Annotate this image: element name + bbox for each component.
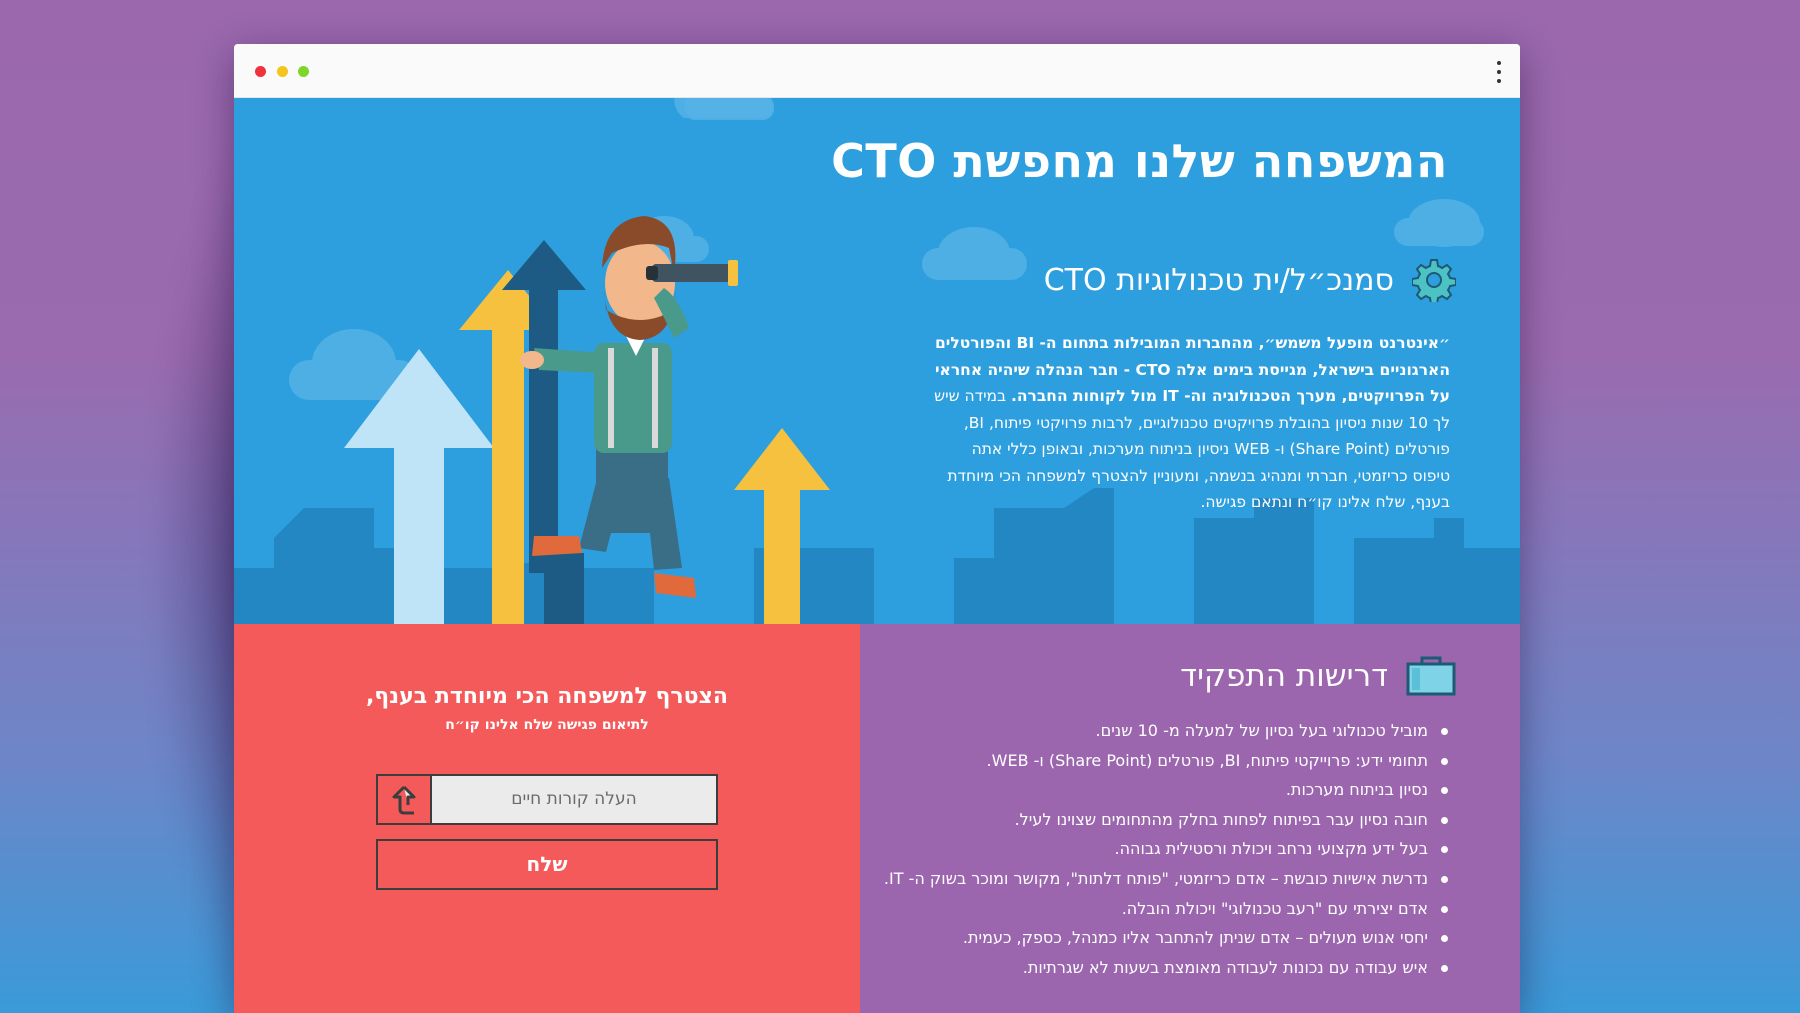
maximize-window-button[interactable] [298,66,309,77]
close-window-button[interactable] [255,66,266,77]
page-title: המשפחה שלנו מחפשת CTO [831,134,1448,188]
briefcase-icon [1406,656,1456,696]
job-description-highlight: ״אינטרנט מופעל משמש״, מהחברות המובילות ב… [934,334,1450,405]
requirements-heading: דרישות התפקיד [1180,656,1456,696]
application-form: הצטרף למשפחה הכי מיוחדת בענף, לתיאום פגי… [234,624,860,1013]
role-title: סמנכ״ל/ית טכנולוגיות CTO [1043,262,1394,298]
form-title: הצטרף למשפחה הכי מיוחדת בענף, [365,684,729,709]
job-description: ״אינטרנט מופעל משמש״, מהחברות המובילות ב… [930,330,1450,516]
minimize-window-button[interactable] [277,66,288,77]
browser-window: המשפחה שלנו מחפשת CTO סמנכ״ל/ית טכנולוגי… [234,44,1520,1013]
list-item: אדם יצירתי עם "רעב טכנולוגי" ויכולת הובל… [890,894,1450,924]
requirements-section: דרישות התפקיד מוביל טכנולוגי בעל נסיון ש… [860,624,1520,1013]
list-item: בעל ידע מקצועי נרחב ויכולת ורסטילית גבוה… [890,834,1450,864]
cv-upload-placeholder[interactable]: העלה קורות חיים [432,776,716,823]
list-item: איש עבודה עם נכונות לעבודה מאומצת בשעות … [890,953,1450,983]
requirements-title: דרישות התפקיד [1180,658,1388,694]
kebab-menu-icon[interactable] [1496,61,1502,83]
list-item: נסיון בניתוח מערכות. [890,775,1450,805]
hero-section: המשפחה שלנו מחפשת CTO סמנכ״ל/ית טכנולוגי… [234,98,1520,624]
list-item: חובה נסיון עבר בפיתוח לפחות בחלק מהתחומי… [890,805,1450,835]
job-description-text: במידה שיש לך 10 שנות ניסיון בהובלת פרויק… [934,387,1450,511]
send-button[interactable]: שלח [376,839,718,890]
role-heading: סמנכ״ל/ית טכנולוגיות CTO [1044,258,1456,302]
upload-arrow-icon[interactable] [378,776,432,823]
cv-upload-field[interactable]: העלה קורות חיים [376,774,718,825]
list-item: נדרשת אישיות כובשת – אדם כריזמטי, "פותח … [884,864,1450,894]
window-titlebar [234,44,1520,98]
list-item: מוביל טכנולוגי בעל נסיון של למעלה מ- 10 … [890,716,1450,746]
requirements-list: מוביל טכנולוגי בעל נסיון של למעלה מ- 10 … [884,716,1450,983]
gear-icon [1412,259,1456,302]
list-item: יחסי אנוש מעולים – אדם שניתן להתחבר אליו… [890,923,1450,953]
list-item: תחומי ידע: פרוייקטי פיתוח, BI, פורטלים (… [890,746,1450,776]
form-subtitle: לתיאום פגישה שלח אלינו קו״ח [445,717,649,733]
